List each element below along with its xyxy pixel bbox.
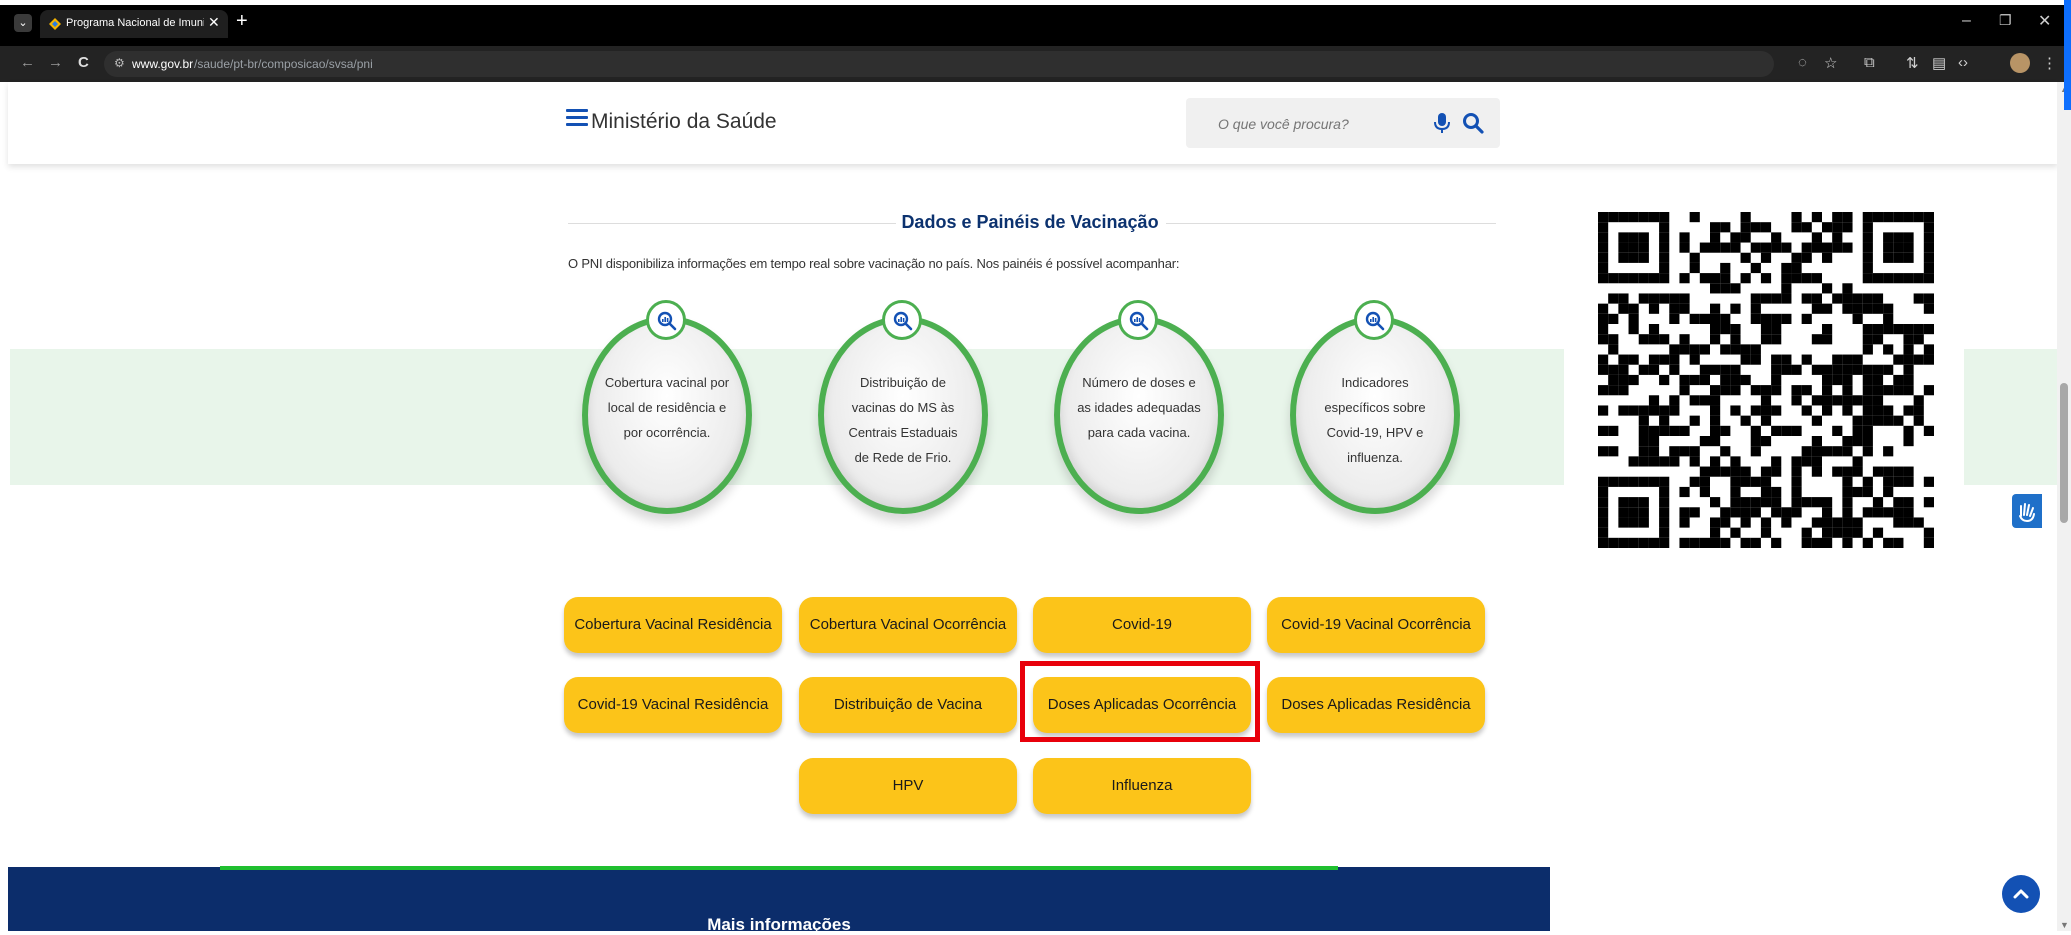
title-divider-right [1166, 223, 1496, 224]
btn-hpv[interactable]: HPV [799, 758, 1017, 814]
magnifier-chart-icon [1118, 300, 1158, 340]
cards-background-band-right [1964, 349, 2057, 485]
chevron-up-icon [2013, 889, 2029, 899]
btn-distribuicao-de-vacina[interactable]: Distribuição de Vacina [799, 677, 1017, 733]
site-favicon-icon [49, 18, 61, 30]
bookmark-star-icon[interactable]: ☆ [1824, 54, 1837, 72]
title-divider-left [568, 223, 896, 224]
highlight-annotation-box [1020, 661, 1260, 742]
btn-influenza[interactable]: Influenza [1033, 758, 1251, 814]
translate-icon[interactable]: ⇅ [1906, 54, 1919, 72]
scrollbar-thumb[interactable] [2060, 383, 2068, 523]
info-card-cobertura: Cobertura vacinal por local de residênci… [574, 300, 752, 524]
vlibras-accessibility-button[interactable] [2012, 494, 2042, 528]
search-box [1186, 98, 1500, 150]
reading-icon[interactable]: ▤ [1932, 54, 1946, 72]
btn-covid-19[interactable]: Covid-19 [1033, 597, 1251, 653]
btn-cobertura-vacinal-residencia[interactable]: Cobertura Vacinal Residência [564, 597, 782, 653]
tab-title: Programa Nacional de Imunizaç [66, 17, 204, 29]
tab-strip-top-edge [0, 0, 2071, 5]
extensions-icon[interactable]: ⧉ [1864, 54, 1875, 71]
search-icon[interactable] [1462, 112, 1484, 134]
hamburger-menu-icon[interactable] [566, 109, 588, 127]
url-path: /saude/pt-br/composicao/svsa/pni [194, 57, 373, 71]
microphone-icon[interactable] [1434, 112, 1450, 134]
btn-cobertura-vacinal-ocorrencia[interactable]: Cobertura Vacinal Ocorrência [799, 597, 1017, 653]
card-text: Distribuição de vacinas do MS às Centrai… [848, 375, 958, 465]
reload-button[interactable]: C [78, 54, 89, 71]
browser-menu-icon[interactable]: ⋮ [2042, 54, 2057, 72]
footer-accent-line [220, 866, 1338, 870]
code-icon[interactable]: ‹› [1958, 54, 1968, 71]
site-info-icon[interactable]: ⚙ [114, 56, 125, 70]
sign-language-hand-icon [2019, 503, 2035, 523]
card-text: Indicadores específicos sobre Covid-19, … [1324, 375, 1426, 465]
scroll-down-arrow-icon[interactable]: ▼ [2060, 920, 2069, 930]
footer-section: Mais informações [8, 867, 1550, 934]
footer-title: Mais informações [707, 915, 851, 934]
btn-covid-19-vacinal-residencia[interactable]: Covid-19 Vacinal Residência [564, 677, 782, 733]
eye-off-icon[interactable]: ◌ [1798, 54, 1807, 71]
card-text: Número de doses e as idades adequadas pa… [1077, 375, 1201, 440]
window-restore-button[interactable]: ❐ [1999, 12, 2012, 29]
info-card-doses: Número de doses e as idades adequadas pa… [1046, 300, 1224, 524]
search-input[interactable] [1186, 98, 1440, 150]
info-card-distribuicao: Distribuição de vacinas do MS às Centrai… [810, 300, 988, 524]
back-button[interactable]: ← [20, 54, 35, 71]
window-close-button[interactable]: ✕ [2038, 11, 2051, 31]
site-header: Ministério da Saúde [8, 82, 2058, 164]
qr-code-image [1598, 212, 1934, 548]
info-card-indicadores: Indicadores específicos sobre Covid-19, … [1282, 300, 1460, 524]
btn-covid-19-vacinal-ocorrencia[interactable]: Covid-19 Vacinal Ocorrência [1267, 597, 1485, 653]
url-host: www.gov.br [132, 57, 194, 71]
card-text: Cobertura vacinal por local de residênci… [604, 375, 730, 440]
section-intro: O PNI disponibiliza informações em tempo… [568, 256, 1180, 271]
browser-tab[interactable]: Programa Nacional de Imunizaç ✕ [40, 10, 228, 38]
address-bar[interactable]: ⚙ www.gov.br /saude/pt-br/composicao/svs… [104, 51, 1774, 77]
page-scrollbar[interactable]: ▲ ▼ [2057, 82, 2071, 931]
site-title[interactable]: Ministério da Saúde [591, 110, 777, 134]
magnifier-chart-icon [1354, 300, 1394, 340]
browser-tab-strip: ⌄ Programa Nacional de Imunizaç ✕ + – ❐ … [0, 0, 2071, 46]
btn-doses-aplicadas-residencia[interactable]: Doses Aplicadas Residência [1267, 677, 1485, 733]
profile-avatar[interactable] [2010, 53, 2030, 73]
new-tab-button[interactable]: + [236, 10, 248, 33]
tab-close-icon[interactable]: ✕ [208, 14, 220, 31]
browser-toolbar: ← → C ⚙ www.gov.br /saude/pt-br/composic… [0, 46, 2071, 82]
back-to-top-button[interactable] [2002, 875, 2040, 913]
section-title: Dados e Painéis de Vacinação [901, 212, 1159, 232]
tab-search-button[interactable]: ⌄ [14, 14, 32, 32]
forward-button[interactable]: → [48, 54, 63, 71]
window-minimize-button[interactable]: – [1962, 12, 1971, 30]
side-accent-strip [2064, 0, 2071, 110]
magnifier-chart-icon [882, 300, 922, 340]
magnifier-chart-icon [646, 300, 686, 340]
